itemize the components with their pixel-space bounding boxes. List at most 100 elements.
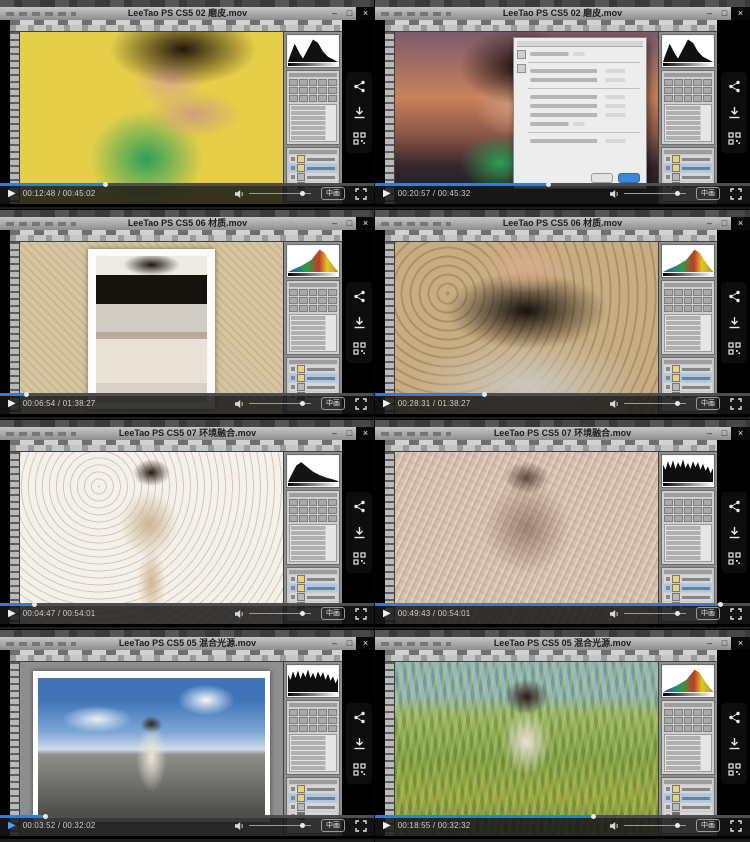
layer-row[interactable]: [289, 785, 337, 793]
play-button[interactable]: ▶: [8, 398, 16, 409]
qrcode-icon[interactable]: [727, 132, 741, 145]
play-button[interactable]: ▶: [383, 398, 391, 409]
video-player-cell[interactable]: LeeTao PS CS5 02 磨皮.mov – □ ×: [374, 0, 750, 211]
close-button[interactable]: ×: [731, 427, 750, 440]
play-button[interactable]: ▶: [383, 188, 391, 199]
layer-row[interactable]: [664, 785, 712, 793]
progress-knob[interactable]: [545, 182, 551, 187]
progress-bar[interactable]: [375, 182, 750, 187]
download-icon[interactable]: [353, 526, 366, 539]
qrcode-icon[interactable]: [727, 342, 741, 355]
video-player-cell[interactable]: LeeTao PS CS5 02 磨皮.mov – □ ×: [0, 0, 376, 211]
minimize-button[interactable]: –: [329, 638, 340, 649]
fullscreen-button[interactable]: [730, 607, 742, 620]
layer-row-selected[interactable]: [289, 794, 337, 802]
maximize-button[interactable]: □: [719, 218, 730, 229]
download-icon[interactable]: [728, 737, 741, 750]
progress-bar[interactable]: [375, 814, 750, 819]
maximize-button[interactable]: □: [719, 428, 730, 439]
fullscreen-button[interactable]: [730, 819, 742, 832]
layer-row[interactable]: [664, 593, 712, 601]
fullscreen-button[interactable]: [730, 187, 742, 200]
layer-row-selected[interactable]: [289, 584, 337, 592]
play-button[interactable]: ▶: [8, 608, 16, 619]
volume-icon[interactable]: [609, 821, 620, 831]
close-button[interactable]: ×: [356, 427, 375, 440]
video-viewport[interactable]: ▶ 00:12:48 / 00:45:02 中画: [0, 20, 375, 210]
volume-knob[interactable]: [300, 611, 305, 616]
fullscreen-button[interactable]: [730, 397, 742, 410]
quality-button[interactable]: 中画: [321, 396, 345, 411]
close-button[interactable]: ×: [731, 217, 750, 230]
layer-row-selected[interactable]: [664, 164, 712, 172]
video-player-cell[interactable]: LeeTao PS CS5 05 混合光源.mov – □ ×: [374, 629, 750, 842]
video-player-cell[interactable]: LeeTao PS CS5 07 环境融合.mov – □ ×: [374, 419, 750, 631]
qrcode-icon[interactable]: [352, 552, 366, 565]
volume-slider[interactable]: [249, 401, 311, 406]
volume-knob[interactable]: [675, 401, 680, 406]
quality-button[interactable]: 中画: [321, 818, 345, 833]
minimize-button[interactable]: –: [704, 428, 715, 439]
share-icon[interactable]: [728, 500, 741, 513]
volume-knob[interactable]: [300, 401, 305, 406]
maximize-button[interactable]: □: [719, 8, 730, 19]
volume-knob[interactable]: [300, 823, 305, 828]
quality-button[interactable]: 中画: [321, 186, 345, 201]
layer-row[interactable]: [664, 383, 712, 391]
fullscreen-button[interactable]: [355, 397, 367, 410]
fullscreen-button[interactable]: [355, 187, 367, 200]
progress-bar[interactable]: [375, 602, 750, 607]
layer-row-selected[interactable]: [289, 374, 337, 382]
volume-slider[interactable]: [624, 401, 686, 406]
layer-row[interactable]: [289, 155, 337, 163]
maximize-button[interactable]: □: [344, 218, 355, 229]
progress-bar[interactable]: [0, 392, 375, 397]
minimize-button[interactable]: –: [704, 638, 715, 649]
layer-row[interactable]: [289, 803, 337, 811]
volume-icon[interactable]: [234, 821, 245, 831]
minimize-button[interactable]: –: [329, 8, 340, 19]
volume-knob[interactable]: [675, 823, 680, 828]
maximize-button[interactable]: □: [719, 638, 730, 649]
volume-icon[interactable]: [234, 609, 245, 619]
volume-slider[interactable]: [249, 611, 311, 616]
video-viewport[interactable]: ▶ 00:20:57 / 00:45:32 中画: [375, 20, 750, 210]
layer-row-selected[interactable]: [664, 374, 712, 382]
share-icon[interactable]: [353, 290, 366, 303]
volume-knob[interactable]: [675, 611, 680, 616]
progress-knob[interactable]: [590, 814, 596, 819]
volume-icon[interactable]: [609, 399, 620, 409]
quality-button[interactable]: 中画: [696, 606, 720, 621]
layer-row[interactable]: [664, 575, 712, 583]
volume-icon[interactable]: [609, 609, 620, 619]
layer-row[interactable]: [289, 593, 337, 601]
layer-row[interactable]: [289, 365, 337, 373]
minimize-button[interactable]: –: [329, 218, 340, 229]
video-viewport[interactable]: ▶ 00:28:31 / 01:38:27 中画: [375, 230, 750, 420]
close-button[interactable]: ×: [356, 637, 375, 650]
layer-row[interactable]: [664, 365, 712, 373]
maximize-button[interactable]: □: [344, 8, 355, 19]
video-viewport[interactable]: ▶ 00:06:54 / 01:38:27 中画: [0, 230, 375, 420]
download-icon[interactable]: [353, 316, 366, 329]
progress-bar[interactable]: [375, 392, 750, 397]
video-viewport[interactable]: ▶ 00:03:52 / 00:32:02 中画: [0, 650, 375, 842]
share-icon[interactable]: [353, 711, 366, 724]
video-viewport[interactable]: ▶ 00:49:43 / 00:54:01 中画: [375, 440, 750, 630]
layer-row-selected[interactable]: [289, 164, 337, 172]
layer-row-selected[interactable]: [664, 794, 712, 802]
volume-slider[interactable]: [624, 611, 686, 616]
volume-knob[interactable]: [300, 191, 305, 196]
share-icon[interactable]: [728, 290, 741, 303]
progress-knob[interactable]: [24, 392, 30, 397]
progress-knob[interactable]: [43, 814, 48, 819]
share-icon[interactable]: [353, 80, 366, 93]
share-icon[interactable]: [353, 500, 366, 513]
close-button[interactable]: ×: [356, 217, 375, 230]
download-icon[interactable]: [353, 737, 366, 750]
qrcode-icon[interactable]: [352, 342, 366, 355]
layer-row-selected[interactable]: [664, 584, 712, 592]
progress-knob[interactable]: [718, 602, 723, 607]
volume-icon[interactable]: [234, 399, 245, 409]
qrcode-icon[interactable]: [352, 132, 366, 145]
